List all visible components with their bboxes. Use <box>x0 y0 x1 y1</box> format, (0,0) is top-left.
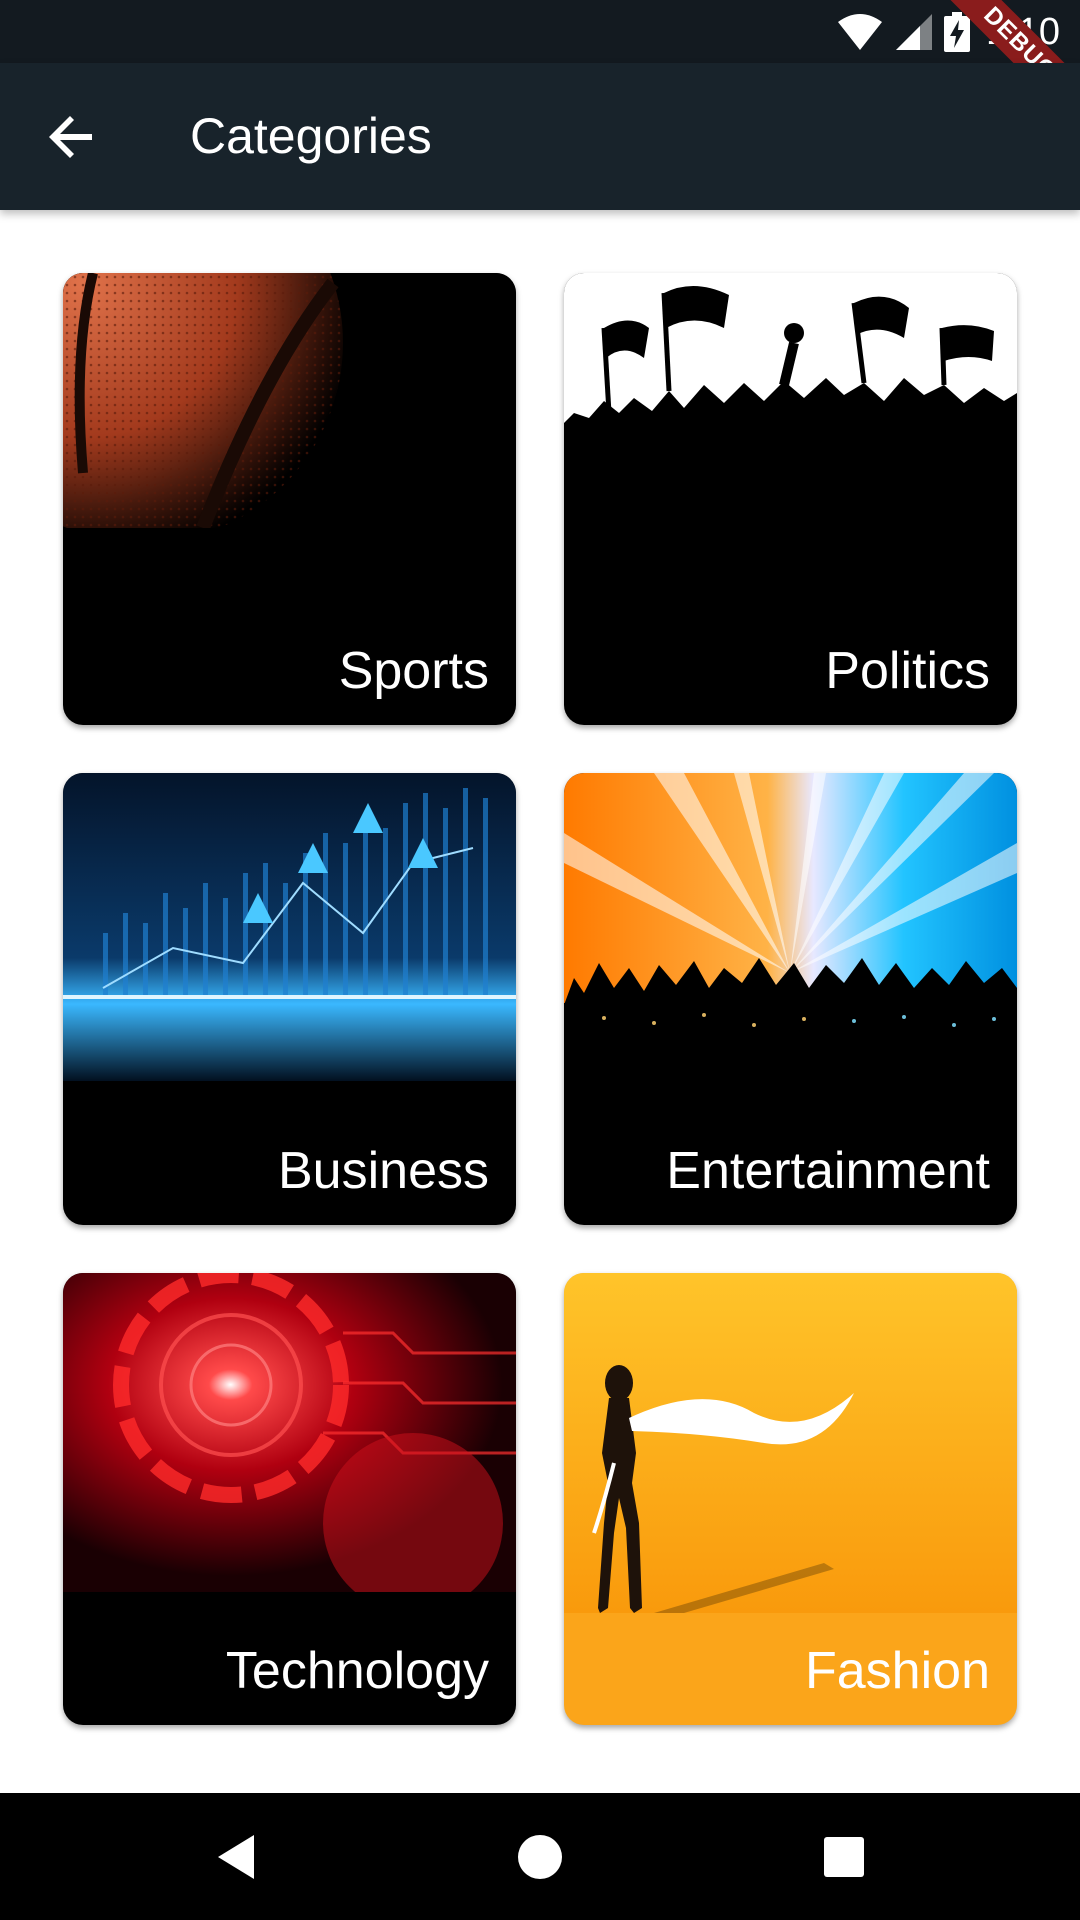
tech-circuit-image <box>63 1273 516 1592</box>
category-card-entertainment[interactable]: Entertainment <box>564 773 1017 1225</box>
system-nav-bar <box>0 1793 1080 1920</box>
category-label: Politics <box>825 642 990 700</box>
category-card-sports[interactable]: Sports <box>63 273 516 725</box>
category-card-technology[interactable]: Technology <box>63 1273 516 1725</box>
party-crowd-image <box>564 773 1017 1078</box>
category-label: Sports <box>338 642 489 700</box>
page-title: Categories <box>190 108 432 164</box>
back-button[interactable] <box>36 101 108 173</box>
category-label: Fashion <box>805 1642 990 1700</box>
nav-back-button[interactable] <box>200 1821 272 1893</box>
category-card-business[interactable]: Business <box>63 773 516 1225</box>
business-chart-image <box>63 773 516 1081</box>
crowd-flags-image <box>564 273 1017 506</box>
category-label: Technology <box>225 1642 489 1700</box>
cell-signal-icon <box>896 14 933 50</box>
recents-square-icon <box>824 1837 864 1877</box>
nav-home-button[interactable] <box>504 1821 576 1893</box>
category-label: Business <box>278 1142 489 1200</box>
back-triangle-icon <box>218 1835 254 1879</box>
arrow-back-icon <box>49 116 92 158</box>
home-circle-icon <box>518 1835 562 1879</box>
category-label: Entertainment <box>666 1142 990 1200</box>
battery-charging-icon <box>944 12 971 52</box>
category-card-fashion[interactable]: Fashion <box>564 1273 1017 1725</box>
status-bar: 1:10 <box>0 0 1080 63</box>
category-card-politics[interactable]: Politics <box>564 273 1017 725</box>
wifi-icon <box>838 14 883 50</box>
nav-recents-button[interactable] <box>808 1821 880 1893</box>
fashion-silhouette-image <box>564 1273 1017 1613</box>
basketball-image <box>63 273 516 528</box>
app-bar: Categories <box>0 63 1080 210</box>
category-grid: Sports Politics Business Entertainment T… <box>63 273 1017 1725</box>
